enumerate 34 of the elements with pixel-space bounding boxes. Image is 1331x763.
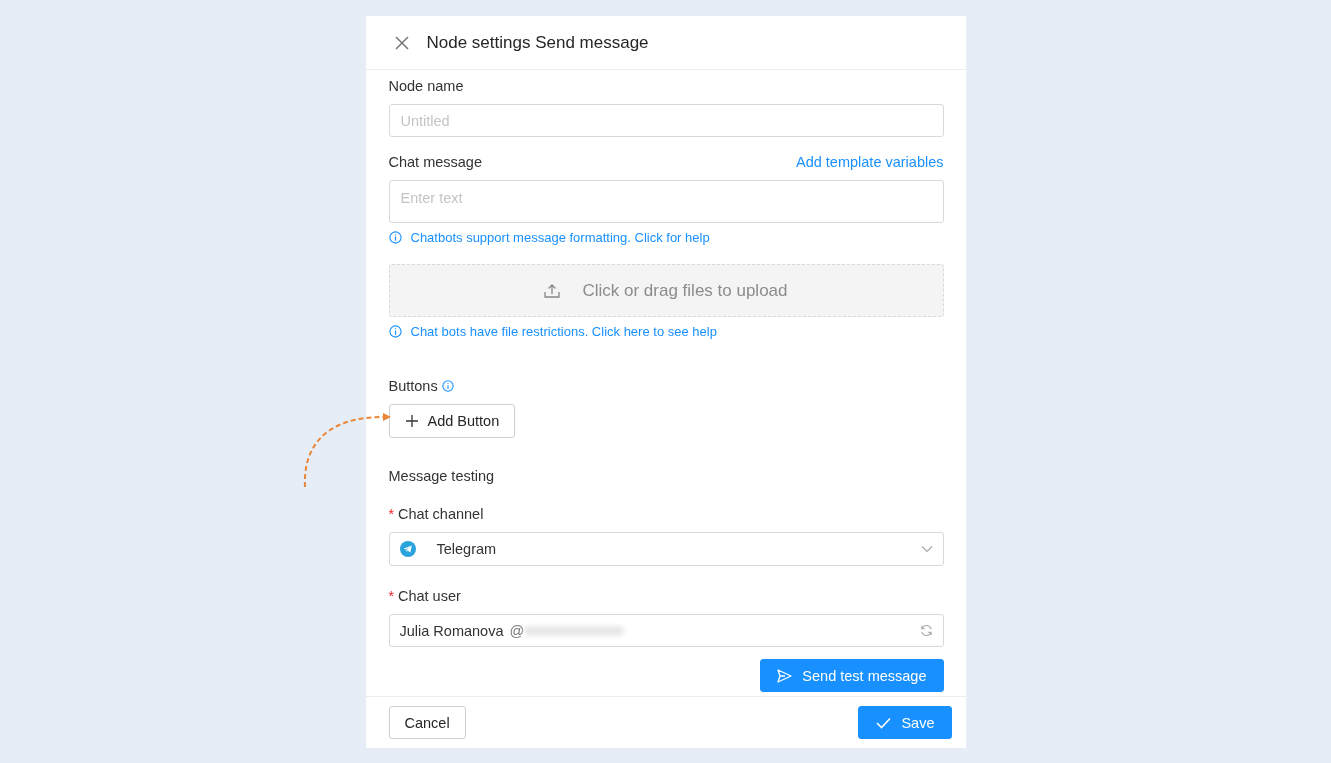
user-handle-prefix: @: [509, 622, 525, 639]
dialog-title: Node settings Send message: [426, 32, 649, 53]
field-label: Buttons: [388, 378, 438, 394]
required-marker: *: [388, 506, 394, 522]
file-restrictions-link[interactable]: Chat bots have file restrictions. Click here to see help: [410, 324, 717, 339]
section-title: Message testing: [388, 468, 496, 484]
field-label: Chat message: [388, 154, 482, 170]
paper-plane-circle-icon: [399, 541, 416, 557]
save-button[interactable]: Save: [858, 706, 952, 739]
info-icon: [388, 231, 402, 244]
chat-message-field[interactable]: Enter text: [388, 180, 944, 223]
node-name-field[interactable]: Untitled: [388, 104, 944, 137]
required-marker: *: [388, 588, 394, 604]
add-variables-link[interactable]: Add template variables: [796, 154, 944, 170]
user-name: Julia Romanova: [399, 622, 504, 639]
field-label: Node name: [388, 78, 465, 94]
info-icon: [441, 380, 454, 392]
chat-channel-select[interactable]: Telegram: [388, 532, 944, 566]
upload-icon: [544, 283, 561, 298]
refresh-icon: [919, 624, 933, 637]
plus-icon: [405, 415, 418, 427]
add-button[interactable]: Add Button: [388, 404, 516, 438]
cancel-button[interactable]: Cancel: [388, 706, 466, 739]
info-icon: [388, 325, 402, 338]
formatting-help-link[interactable]: Chatbots support message formatting. Click for help: [410, 230, 710, 245]
close-icon[interactable]: [394, 35, 409, 50]
send-icon: [777, 668, 793, 683]
chevron-down-icon: [920, 545, 933, 553]
check-icon: [876, 716, 892, 729]
field-label: Chat channel: [397, 506, 484, 522]
send-test-button[interactable]: Send test message: [760, 659, 944, 692]
chat-user-field[interactable]: Julia Romanova @: [388, 614, 944, 647]
field-label: Chat user: [397, 588, 461, 604]
upload-dropzone[interactable]: Click or drag files to upload: [388, 264, 944, 317]
